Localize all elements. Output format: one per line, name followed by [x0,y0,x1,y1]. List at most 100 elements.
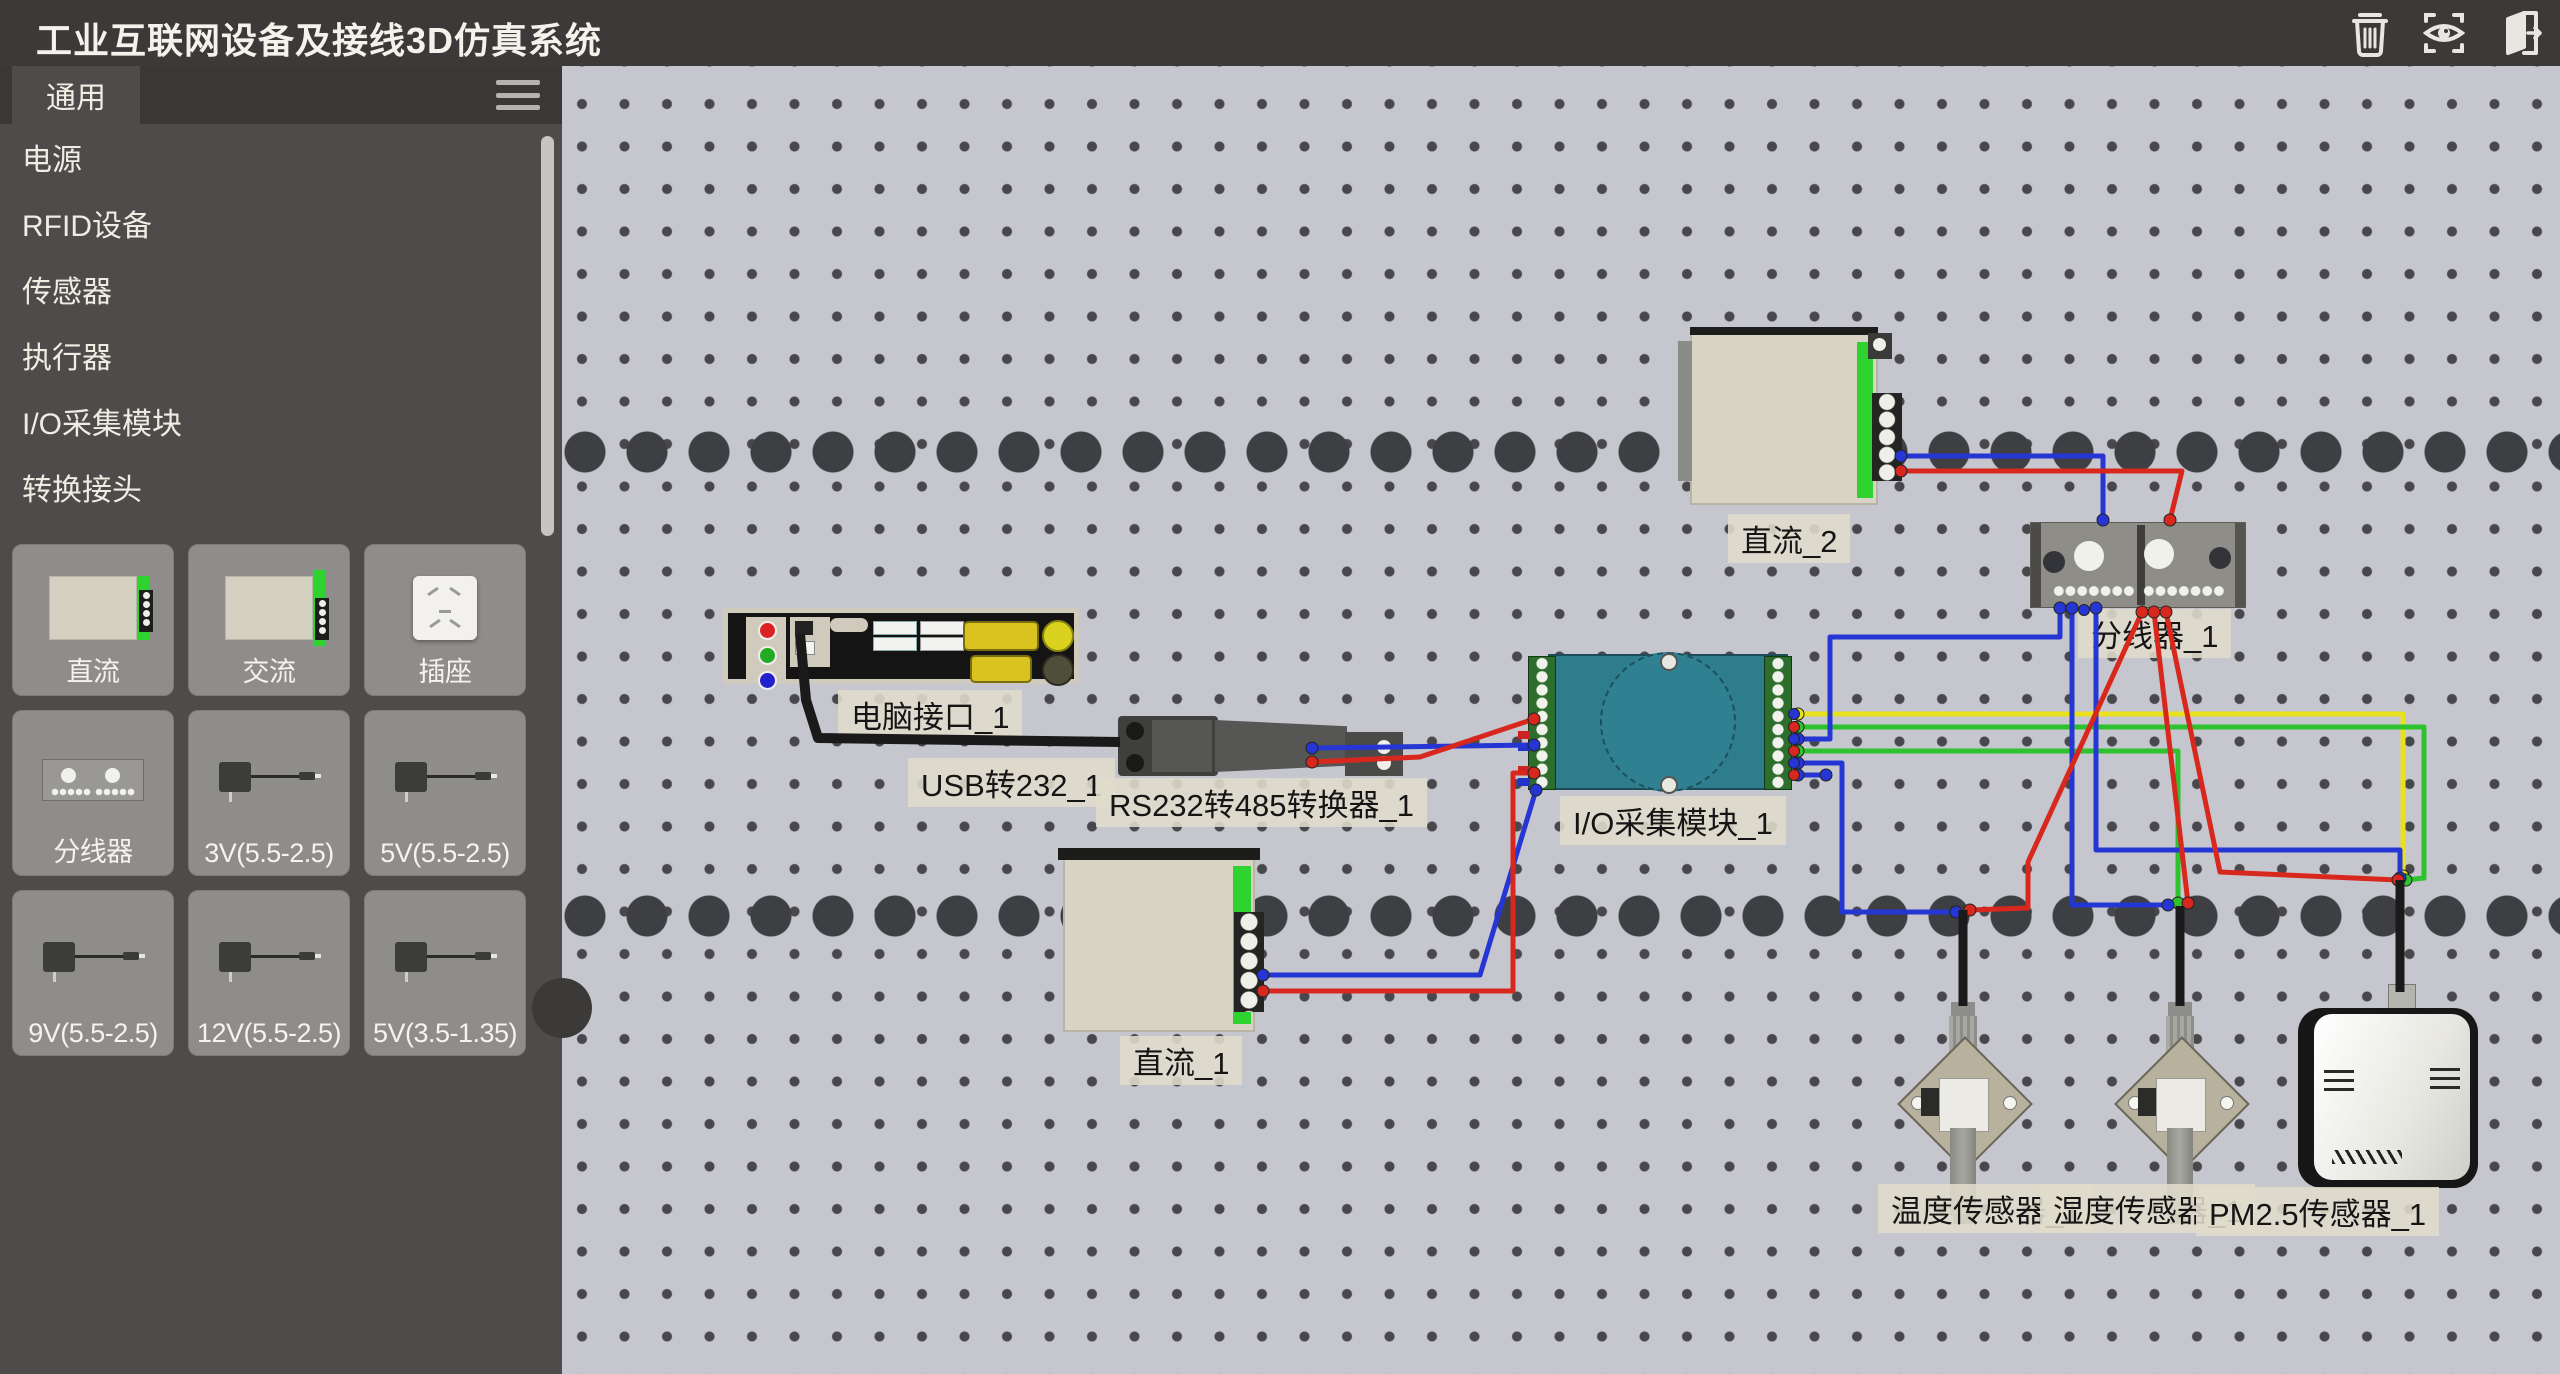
io-left-stub-blue [1518,743,1530,751]
sidebar-item-power[interactable]: 电源 [0,124,538,190]
device-usb232[interactable] [1118,716,1218,776]
vent-slot [830,618,868,632]
sidebar-item-actuator[interactable]: 执行器 [0,322,538,388]
observe-icon[interactable] [2416,5,2472,61]
dc2-terminal-block [1872,393,1902,481]
device-splitter[interactable] [2030,522,2246,608]
device-palette: 直流 交流 插座 分线器 3V(5.5-2.5) [12,544,550,1056]
tab-general[interactable]: 通用 [12,66,140,124]
bracket-hole [2003,1096,2017,1110]
rs232-terminal-block [1345,732,1403,776]
usb-ports-1 [873,621,917,635]
splitter-endcap-right [2235,523,2245,607]
label-pc-interface: 电脑接口_1 [838,690,1022,739]
dc1-top-edge [1058,848,1260,860]
dc2-top-edge [1690,327,1878,335]
palette-item-12v[interactable]: 12V(5.5-2.5) [188,890,350,1056]
splitter-knob [2144,539,2174,569]
sidebar-item-adapter[interactable]: 转换接头 [0,454,538,520]
io-left-terminals [1528,656,1556,790]
dc2-left-piece [1678,341,1692,481]
palette-item-splitter[interactable]: 分线器 [12,710,174,876]
label-dc1: 直流_1 [1120,1036,1242,1085]
sidebar-item-rfid[interactable]: RFID设备 [0,190,538,256]
app-title: 工业互联网设备及接线3D仿真系统 [36,12,602,64]
dc2-green-strip [1857,342,1873,498]
label-io-module: I/O采集模块_1 [1560,796,1786,845]
splitter-hole [2043,551,2065,573]
pm25-vent [2324,1070,2354,1073]
palette-label: 直流 [13,650,173,689]
usb-ports-4 [920,637,964,651]
vga-port [963,621,1039,651]
sidebar-scrollbar[interactable] [541,136,554,536]
palette-item-9v[interactable]: 9V(5.5-2.5) [12,890,174,1056]
delete-icon[interactable] [2342,5,2398,61]
serial-port [970,655,1032,683]
pm25-vent [2324,1079,2354,1082]
category-list: 电源 RFID设备 传感器 执行器 I/O采集模块 转换接头 [0,124,538,520]
adapter-thumbnail-icon [219,940,319,980]
pm25-vent [2430,1077,2460,1080]
exit-icon[interactable] [2490,5,2546,61]
probe-plug [1921,1088,1939,1116]
jack-red [758,621,777,640]
probe-plug [2138,1088,2156,1116]
label-dc2: 直流_2 [1728,514,1850,563]
io-right-terminals [1764,656,1792,790]
io-left-stub-red [1518,731,1530,739]
palette-label: 交流 [189,650,349,689]
usb-ports-2 [873,637,917,651]
palette-label: 9V(5.5-2.5) [13,1018,173,1049]
palette-label: 5V(3.5-1.35) [365,1018,525,1049]
adapter-thumbnail-icon [395,760,495,800]
io-circle [1600,652,1736,792]
adapter-thumbnail-icon [395,940,495,980]
device-rs232-485[interactable] [1215,720,1347,772]
terminal-screw [1377,756,1391,770]
hood [1152,720,1212,772]
label-usb232: USB转232_1 [908,758,1115,807]
palette-item-5v-slim[interactable]: 5V(3.5-1.35) [364,890,526,1056]
palette-label: 12V(5.5-2.5) [189,1018,349,1049]
menu-icon[interactable] [496,80,540,110]
terminal-screw [1377,740,1391,754]
palette-item-dc[interactable]: 直流 [12,544,174,696]
dc2-corner [1868,333,1892,359]
palette-item-ac[interactable]: 交流 [188,544,350,696]
dc1-terminal-block [1234,912,1264,1012]
device-io-module[interactable] [1546,654,1790,790]
probe-collar [2156,1078,2206,1132]
splitter-hole [2209,547,2231,569]
screw-top [1660,653,1678,671]
label-splitter: 分线器_1 [2078,609,2231,658]
palette-label: 5V(5.5-2.5) [365,838,525,869]
pm25-vent [2430,1086,2460,1089]
device-dc2[interactable] [1690,333,1878,505]
splitter-thumbnail-icon [42,759,144,801]
splitter-knob [2074,541,2104,571]
sidebar-item-io[interactable]: I/O采集模块 [0,388,538,454]
label-rs232-485: RS232转485转换器_1 [1096,778,1427,827]
palette-item-5v[interactable]: 5V(5.5-2.5) [364,710,526,876]
socket-thumbnail-icon [413,576,477,640]
pm25-vent [2324,1088,2354,1091]
ps2-port [790,617,830,667]
splitter-ports [2053,585,2135,597]
device-dc1[interactable] [1063,856,1255,1032]
sidebar-item-sensor[interactable]: 传感器 [0,256,538,322]
device-pc-interface[interactable] [723,608,1079,684]
palette-item-3v[interactable]: 3V(5.5-2.5) [188,710,350,876]
pm25-hatch [2332,1150,2402,1164]
palette-label: 分线器 [13,830,173,869]
probe-collar [1939,1078,1989,1132]
screw [1126,754,1144,772]
sidebar: 通用 电源 RFID设备 传感器 执行器 I/O采集模块 转换接头 直流 交流 [0,66,562,1374]
bracket-hole [2220,1096,2234,1110]
app-window: 电脑接口_1 USB转232_1 RS232转485转换器_1 I/O采集模块_… [0,0,2560,1374]
palette-item-socket[interactable]: 插座 [364,544,526,696]
sidebar-collapse-handle[interactable] [532,978,592,1038]
round-connector-dark [1042,654,1074,686]
usb-ports-3 [920,621,964,635]
title-bar: 工业互联网设备及接线3D仿真系统 [0,0,2560,66]
